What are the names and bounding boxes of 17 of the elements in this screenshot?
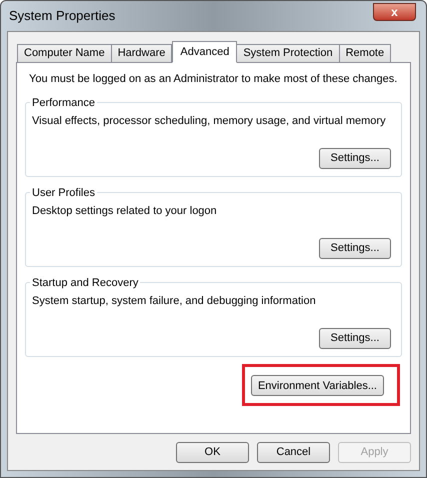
dialog-button[interactable]: Cancel [257,442,330,463]
settings-button[interactable]: Settings... [319,328,391,348]
tab[interactable]: Advanced [172,41,238,63]
window-title: System Properties [8,7,116,26]
environment-variables-button[interactable]: Environment Variables... [250,375,384,396]
tab[interactable]: Remote [338,44,392,62]
group-description: Visual effects, processor scheduling, memory usage, and virtual memory [32,114,387,128]
group-description: System startup, system failure, and debugging information [32,294,317,308]
tab[interactable]: Hardware [110,44,172,62]
tab[interactable]: System Protection [236,44,340,62]
settings-button[interactable]: Settings... [319,238,391,258]
settings-button[interactable]: Settings... [319,148,391,168]
notice-text: You must be logged on as an Administrator to make most of these changes. [28,72,398,87]
tab[interactable]: Computer Name [17,44,112,62]
close-button[interactable]: x [373,3,416,21]
group-description: Desktop settings related to your logon [32,204,218,218]
dialog-button[interactable]: OK [176,442,249,463]
